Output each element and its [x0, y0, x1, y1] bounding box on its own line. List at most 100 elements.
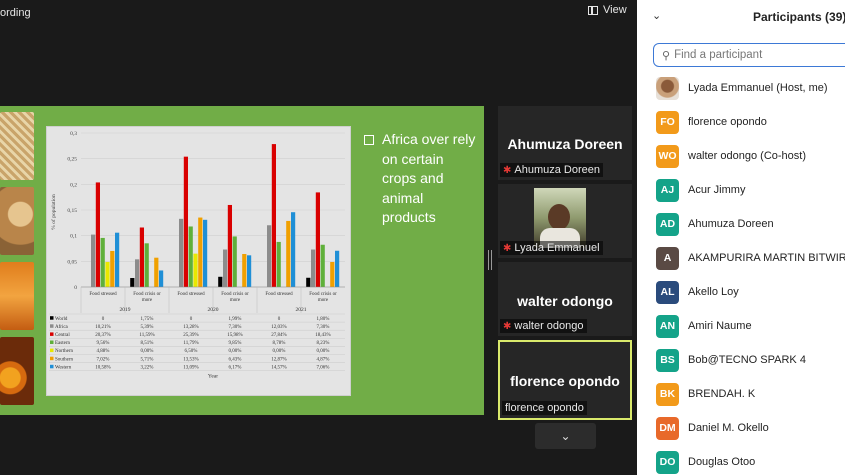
table-value: 7,30%	[229, 325, 242, 330]
slide-image-strip	[0, 112, 34, 412]
participant-row[interactable]: AJ Acur Jimmy	[637, 173, 845, 207]
mic-muted-icon: ✱	[503, 320, 512, 332]
scroll-down-button[interactable]: ⌄	[535, 423, 596, 449]
legend-swatch	[50, 364, 54, 369]
legend-label: Southern	[55, 357, 74, 362]
participant-search-input[interactable]: ⚲ Find a participant	[653, 43, 845, 67]
tile-display-name: walter odongo	[517, 293, 613, 309]
grain-image	[0, 112, 34, 180]
participant-row[interactable]: BK BRENDAH. K	[637, 377, 845, 411]
category-label: Food crisis or	[221, 292, 249, 297]
bar-northern	[105, 261, 110, 287]
table-value: 18,43%	[315, 333, 330, 338]
table-value: 12,87%	[271, 357, 286, 362]
participant-row[interactable]: FO florence opondo	[637, 105, 845, 139]
table-value: 7,30%	[317, 325, 330, 330]
participants-title: Participants (39)	[753, 10, 845, 24]
table-value: 1,75%	[141, 317, 154, 322]
y-tick-label: 0,2	[70, 182, 77, 188]
year-label: 2019	[120, 307, 131, 313]
table-value: 10,58%	[95, 365, 110, 370]
table-value: 15,98%	[227, 333, 242, 338]
participant-row[interactable]: A AKAMPURIRA MARTIN BITWIRE	[637, 241, 845, 275]
table-value: 14,57%	[271, 365, 286, 370]
view-layout-icon	[588, 5, 598, 15]
participants-header: ⌄ Participants (39)	[637, 0, 845, 34]
bar-eastern	[320, 244, 325, 287]
participant-avatar: DM	[656, 416, 679, 440]
participant-row[interactable]: DM Daniel M. Okello	[637, 411, 845, 445]
bar-africa	[135, 259, 140, 287]
table-value: 3,22%	[141, 365, 154, 370]
bullet-text: Africa over rely on certain crops and an…	[382, 131, 476, 225]
bar-southern	[110, 250, 115, 287]
legend-label: Africa	[55, 325, 69, 330]
bar-world	[130, 278, 135, 287]
participant-avatar: AN	[656, 314, 679, 338]
participant-name: Lyada Emmanuel (Host, me)	[688, 82, 828, 94]
participant-avatar: FO	[656, 110, 679, 134]
table-value: 4,87%	[317, 357, 330, 362]
collapse-chevron-icon[interactable]: ⌄	[652, 9, 661, 22]
search-icon: ⚲	[662, 49, 671, 62]
participant-row[interactable]: Lyada Emmanuel (Host, me)	[637, 71, 845, 105]
legend-swatch	[50, 316, 54, 320]
participant-avatar: AD	[656, 212, 679, 236]
table-value: 6,17%	[229, 365, 242, 370]
video-tile-walter[interactable]: walter odongo ✱ walter odongo	[498, 262, 632, 336]
mic-muted-icon: ✱	[503, 242, 512, 254]
participant-row[interactable]: AD Ahumuza Doreen	[637, 207, 845, 241]
table-value: 25,39%	[183, 333, 198, 338]
participant-name: walter odongo (Co-host)	[688, 150, 807, 162]
tile-tag-label: florence opondo	[505, 402, 584, 414]
category-label-cont: more	[318, 298, 329, 303]
participant-video	[534, 188, 586, 248]
bar-eastern	[276, 241, 281, 287]
bar-africa	[311, 249, 316, 287]
y-tick-label: 0	[74, 285, 77, 291]
view-button[interactable]: View	[588, 4, 627, 16]
legend-label: World	[55, 317, 68, 322]
bar-central	[139, 227, 144, 287]
participant-avatar: AL	[656, 280, 679, 304]
participant-row[interactable]: DO Douglas Otoo	[637, 445, 845, 475]
video-tile-florence-speaking[interactable]: florence opondo florence opondo	[498, 340, 632, 420]
bar-africa	[267, 225, 272, 287]
legend-swatch	[50, 340, 54, 344]
bar-southern	[242, 253, 247, 287]
bar-western	[291, 212, 296, 287]
table-value: 13,53%	[183, 357, 198, 362]
participant-row[interactable]: BS Bob@TECNO SPARK 4	[637, 343, 845, 377]
y-tick-label: 0,1	[70, 234, 77, 240]
table-value: 0,00%	[141, 349, 154, 354]
tile-name-tag: ✱ Ahumuza Doreen	[500, 163, 603, 177]
bar-southern	[286, 220, 291, 287]
table-value: 0	[190, 317, 193, 322]
participant-row[interactable]: AN Amiri Naume	[637, 309, 845, 343]
participant-row[interactable]: WO walter odongo (Co-host)	[637, 139, 845, 173]
legend-swatch	[50, 356, 54, 361]
participant-row[interactable]: AL Akello Loy	[637, 275, 845, 309]
participant-name: Amiri Naume	[688, 320, 752, 332]
table-value: 7,02%	[97, 357, 110, 362]
participant-avatar	[656, 76, 679, 100]
panel-resize-handle[interactable]	[488, 250, 492, 270]
bar-world	[306, 277, 311, 287]
bar-africa	[179, 218, 184, 287]
participant-list: Lyada Emmanuel (Host, me) FO florence opon…	[637, 71, 845, 475]
table-value: 0	[278, 317, 281, 322]
bar-world	[218, 276, 223, 287]
tile-name-tag: ✱ Lyada Emmanuel	[500, 241, 603, 255]
category-label: Food stressed	[177, 292, 205, 297]
bar-western	[247, 255, 252, 287]
x-axis-label: Year	[208, 374, 218, 380]
video-tile-ahumuza[interactable]: Ahumuza Doreen ✱ Ahumuza Doreen	[498, 106, 632, 180]
video-tile-lyada[interactable]: ✱ Lyada Emmanuel	[498, 184, 632, 258]
participant-name: Acur Jimmy	[688, 184, 746, 196]
bullet-checkbox-icon	[364, 135, 374, 145]
table-value: 5,71%	[141, 357, 154, 362]
tile-name-tag: florence opondo	[502, 401, 587, 415]
participant-name: Bob@TECNO SPARK 4	[688, 354, 806, 366]
table-value: 0,00%	[317, 349, 330, 354]
table-value: 8,78%	[273, 341, 286, 346]
